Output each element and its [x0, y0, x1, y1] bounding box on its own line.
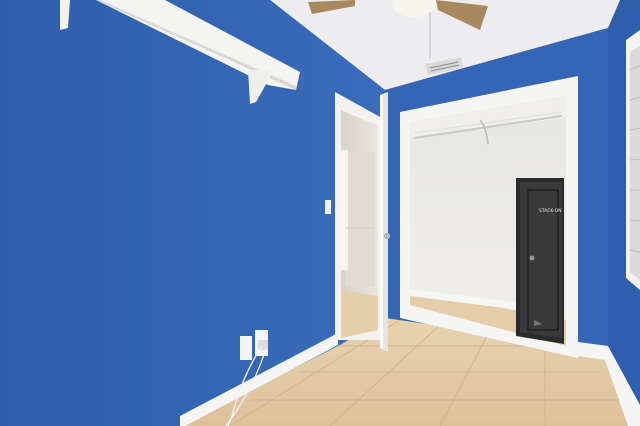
hallway-doorway [335, 92, 382, 340]
safe-brand-label: STACK-ON [539, 208, 562, 214]
light-switch[interactable] [325, 200, 331, 214]
window-blinds [626, 30, 640, 290]
gun-safe: STACK-ON [516, 178, 564, 344]
room-illustration: STACK-ON [0, 0, 640, 426]
door-knob[interactable] [383, 232, 391, 240]
room-photo: STACK-ON [0, 0, 640, 426]
open-door [380, 92, 388, 352]
